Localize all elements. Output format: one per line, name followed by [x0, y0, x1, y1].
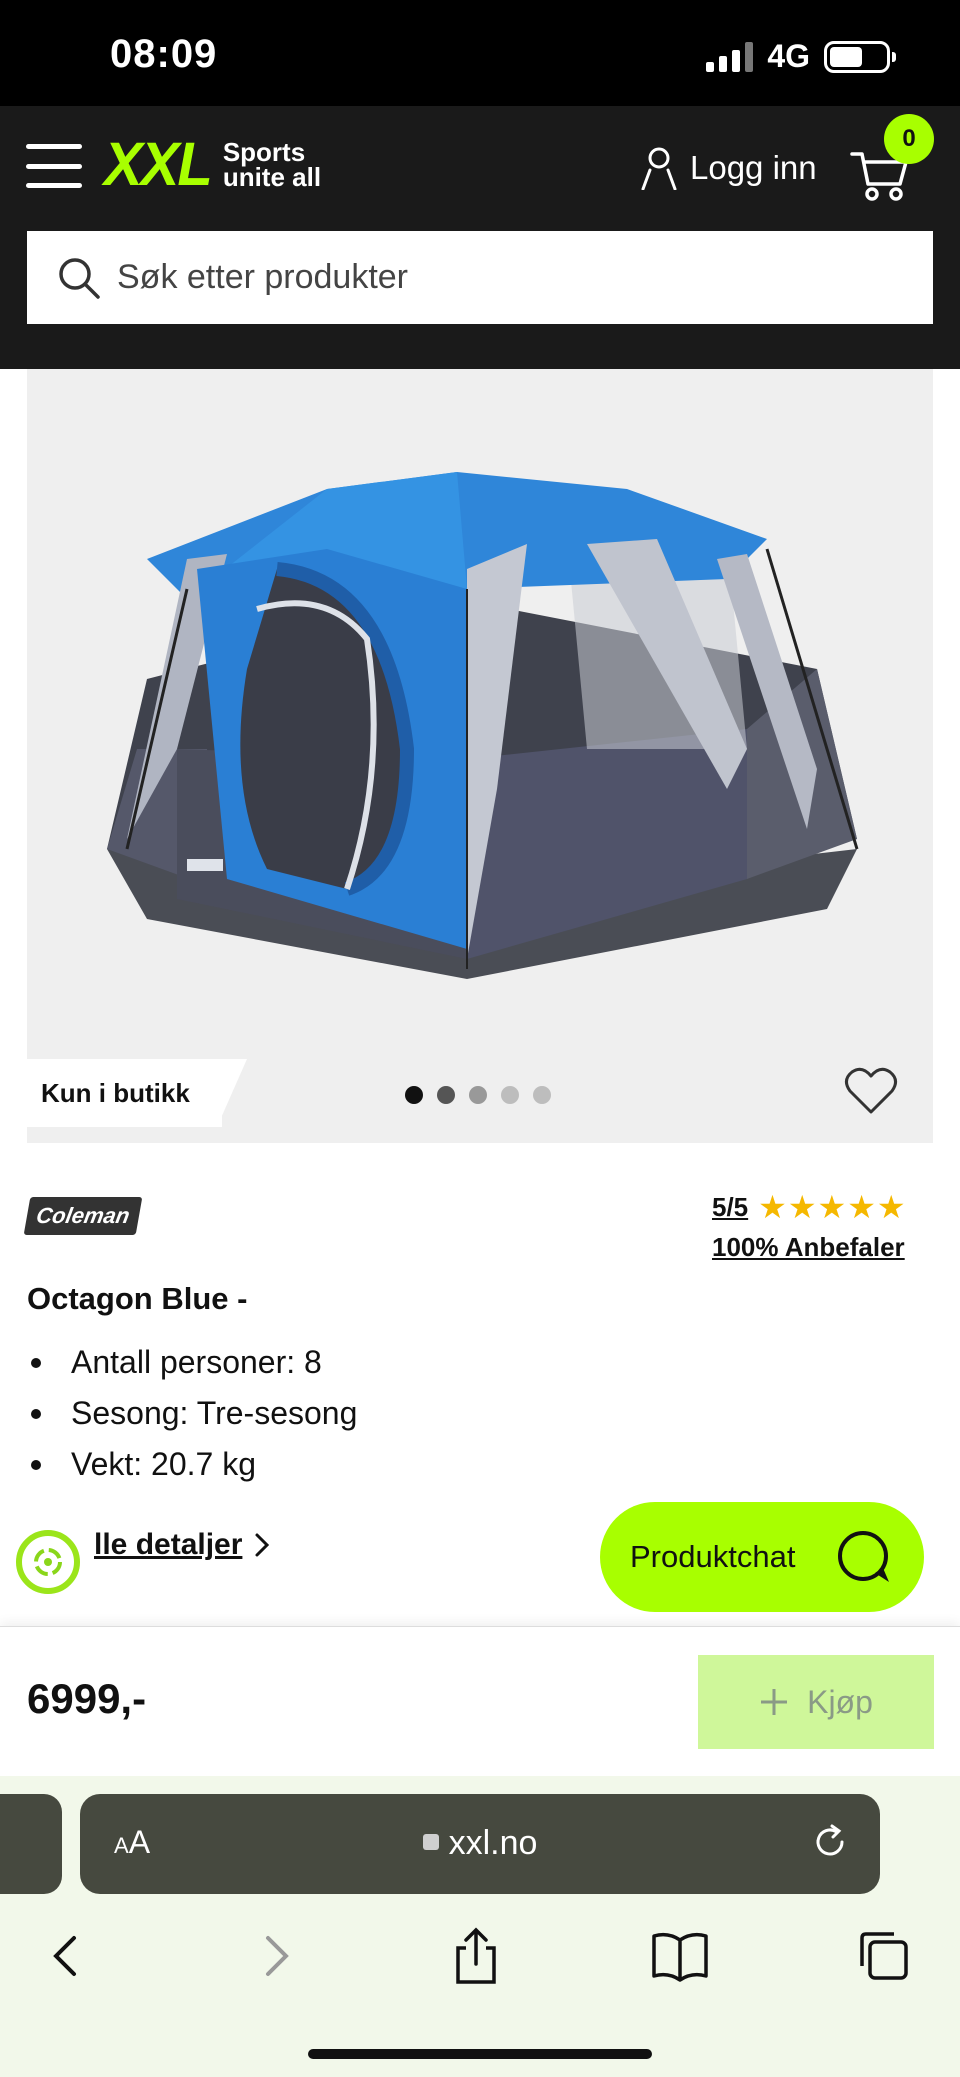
product-title: Octagon Blue -: [27, 1281, 248, 1316]
plus-icon: [761, 1689, 788, 1715]
carousel-dot[interactable]: [533, 1086, 551, 1104]
feature-item: Vekt: 20.7 kg: [27, 1446, 357, 1483]
carousel-dot[interactable]: [405, 1086, 423, 1104]
buy-button[interactable]: Kjøp: [698, 1655, 934, 1749]
product-image-carousel[interactable]: Kun i butikk: [27, 369, 933, 1143]
network-type: 4G: [767, 38, 810, 74]
status-indicators: 4G: [706, 38, 896, 75]
all-details-link[interactable]: lle detaljer: [94, 1528, 270, 1562]
product-chat-label: Produktchat: [630, 1539, 796, 1574]
carousel-dots: [405, 1086, 551, 1104]
product-chat-button[interactable]: Produktchat: [600, 1502, 924, 1612]
sustainability-icon[interactable]: [16, 1530, 80, 1594]
rating-stars: ★★★★★: [758, 1189, 907, 1225]
buy-bar: 6999,- Kjøp: [0, 1626, 960, 1776]
feature-item: Antall personer: 8: [27, 1344, 357, 1381]
in-store-only-badge: Kun i butikk: [27, 1059, 222, 1127]
share-icon[interactable]: [446, 1926, 506, 1986]
cart-count-badge: 0: [884, 114, 934, 164]
status-bar: 08:09 4G: [0, 0, 960, 106]
carousel-dot[interactable]: [501, 1086, 519, 1104]
url-text: xxl.no: [448, 1824, 538, 1862]
chat-bubble-icon: [838, 1531, 890, 1582]
login-button[interactable]: Logg inn: [640, 146, 817, 190]
feature-item: Sesong: Tre-sesong: [27, 1395, 357, 1432]
feature-list: Antall personer: 8 Sesong: Tre-sesong Ve…: [27, 1344, 357, 1497]
back-icon[interactable]: [36, 1926, 96, 1986]
recycle-icon: [34, 1548, 62, 1576]
carousel-dot[interactable]: [437, 1086, 455, 1104]
brand-logo[interactable]: Coleman: [23, 1197, 143, 1235]
site-header: XXL Sports unite all Logg inn 0 Søk ette…: [0, 106, 960, 369]
reload-icon[interactable]: [808, 1820, 852, 1864]
badge-tail: [217, 1059, 247, 1127]
user-icon: [641, 147, 677, 190]
product-price: 6999,-: [27, 1675, 147, 1722]
tent-product-image: [107, 472, 859, 979]
product-rating[interactable]: 5/5 ★★★★★ 100% Anbefaler: [712, 1188, 907, 1263]
site-logo[interactable]: XXL Sports unite all: [104, 130, 322, 199]
details-link-label: lle detaljer: [94, 1528, 243, 1561]
previous-tab-stub[interactable]: [0, 1794, 62, 1894]
signal-icon: [706, 41, 754, 72]
status-time: 08:09: [110, 32, 218, 76]
search-input[interactable]: Søk etter produkter: [27, 231, 933, 324]
logo-tagline: Sports unite all: [222, 139, 322, 192]
browser-toolbar: [0, 1926, 960, 2006]
bookmarks-icon[interactable]: [650, 1926, 710, 1986]
home-indicator[interactable]: [308, 2049, 652, 2059]
carousel-dot[interactable]: [469, 1086, 487, 1104]
url-display[interactable]: xxl.no: [80, 1824, 880, 1863]
forward-icon[interactable]: [246, 1926, 306, 1986]
lock-icon: [422, 1834, 439, 1851]
hamburger-menu-icon[interactable]: [26, 144, 82, 188]
battery-icon: [824, 40, 896, 73]
buy-button-label: Kjøp: [807, 1683, 873, 1720]
search-icon: [59, 257, 100, 299]
tabs-icon[interactable]: [854, 1926, 914, 1986]
chevron-right-icon: [255, 1533, 270, 1557]
logo-mark: XXL: [104, 130, 213, 199]
login-label: Logg inn: [690, 149, 817, 186]
browser-chrome: AA xxl.no: [0, 1776, 960, 2077]
address-bar[interactable]: AA xxl.no: [80, 1794, 880, 1894]
heart-icon[interactable]: [844, 1066, 898, 1116]
rating-score: 5/5: [712, 1191, 749, 1222]
search-placeholder: Søk etter produkter: [117, 258, 409, 296]
recommend-percentage: 100% Anbefaler: [712, 1232, 905, 1262]
logo-tagline-line-2: unite all: [222, 162, 322, 192]
